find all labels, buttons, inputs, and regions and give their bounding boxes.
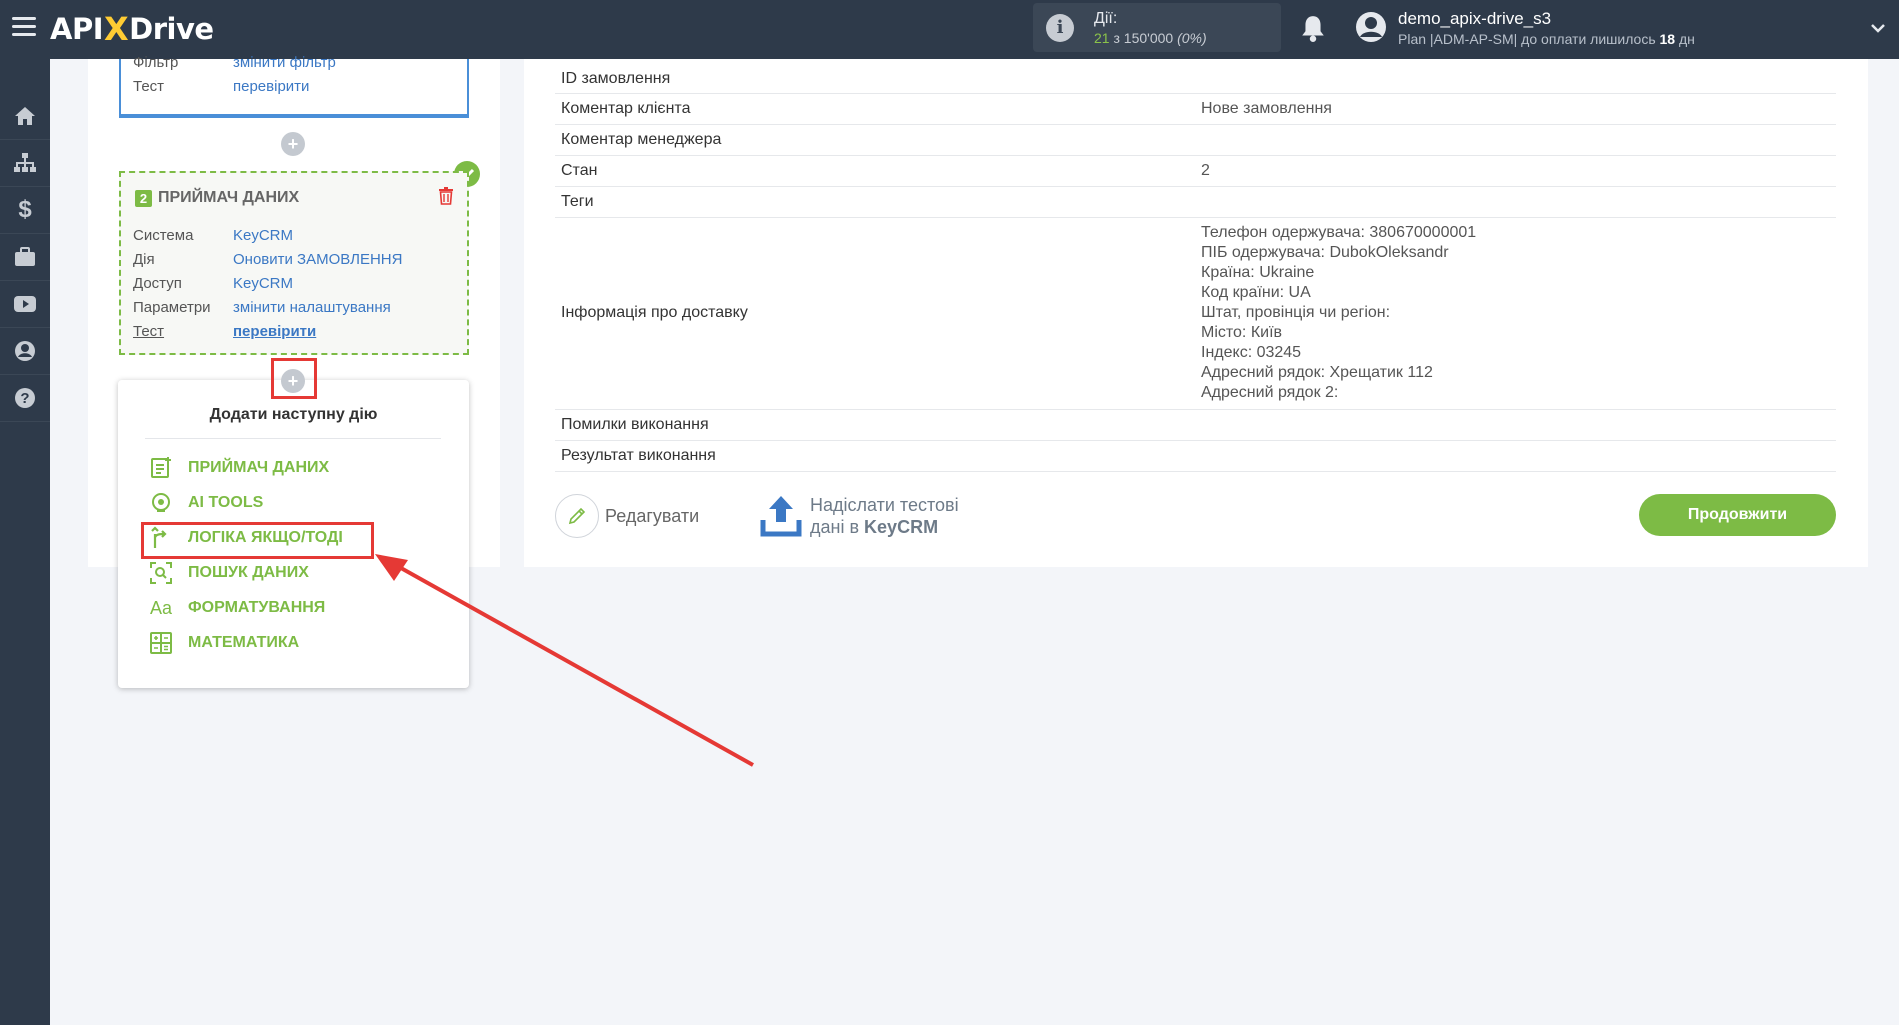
logo-text-api: API	[50, 12, 104, 46]
block2-value-system[interactable]: KeyCRM	[233, 227, 293, 244]
block2-label-action: Дія	[133, 251, 155, 268]
user-name[interactable]: demo_apix-drive_s3	[1398, 9, 1551, 29]
menu-item-ai-tools[interactable]: AI TOOLS	[148, 490, 263, 516]
svg-text:?: ?	[20, 390, 29, 407]
edit-label: Редагувати	[605, 505, 700, 526]
delivery-info-value: Телефон одержувача: 380670000001 ПІБ оде…	[1201, 224, 1477, 401]
briefcase-icon	[15, 247, 35, 266]
row-key: Коментар менеджера	[561, 131, 722, 148]
actions-counter: i Дії: 21 з 150'000 (0%)	[1033, 3, 1281, 52]
send-test-label: Надіслати тестові дані в KeyCRM	[810, 495, 959, 537]
block2-label-access: Доступ	[133, 275, 182, 292]
bell-icon[interactable]	[1300, 14, 1326, 42]
block2-value-access[interactable]: KeyCRM	[233, 275, 293, 292]
menu-item-receiver[interactable]: ПРИЙМАЧ ДАНИХ	[148, 455, 329, 481]
block2-value-test[interactable]: перевірити	[233, 323, 316, 340]
info-icon: i	[1046, 14, 1074, 42]
annotation-arrow	[375, 554, 754, 767]
actions-count: 21 з 150'000 (0%)	[1094, 30, 1207, 46]
highlight-logic-box	[141, 522, 374, 559]
table-row: Помилки виконання	[555, 410, 1836, 441]
apix-drive-logo[interactable]: API X Drive	[50, 10, 214, 48]
table-row: Результат виконання	[555, 441, 1836, 472]
menu-item-format[interactable]: Aa ФОРМАТУВАННЯ	[148, 595, 325, 621]
home-icon	[15, 107, 35, 125]
user-icon	[15, 341, 35, 361]
sidebar-item-video[interactable]	[0, 281, 50, 328]
block1-test-link[interactable]: перевірити	[233, 78, 309, 95]
menu-icon[interactable]	[12, 17, 36, 37]
block-number-badge: 2	[135, 189, 152, 207]
math-icon	[148, 630, 174, 656]
highlight-plus-box	[271, 358, 317, 399]
table-row: Коментар менеджера	[555, 125, 1836, 156]
sidebar-item-account[interactable]	[0, 328, 50, 375]
table-row: Теги	[555, 187, 1836, 218]
block2-label-test: Тест	[133, 323, 165, 340]
receiver-block-card[interactable]: 2 ПРИЙМАЧ ДАНИХ Система KeyCRM Дія Онови…	[119, 171, 469, 355]
dollar-icon: $	[18, 196, 32, 223]
receiver-icon	[148, 455, 174, 481]
block2-label-params: Параметри	[133, 299, 211, 316]
row-key: Помилки виконання	[561, 416, 709, 433]
table-row: Коментар клієнта Нове замовлення	[555, 94, 1836, 125]
logo-text-x: X	[104, 10, 129, 48]
row-key: Теги	[561, 193, 594, 210]
menu-item-search[interactable]: ПОШУК ДАНИХ	[148, 560, 309, 586]
divider	[145, 438, 441, 439]
actions-label: Дії:	[1094, 10, 1118, 27]
block2-value-params[interactable]: змінити налаштування	[233, 299, 391, 316]
user-plan: Plan |ADM-AP-SM| до оплати лишилось 18 д…	[1398, 31, 1695, 47]
row-value: Нове замовлення	[1201, 100, 1332, 117]
youtube-icon	[14, 296, 36, 312]
block1-row-test: Тест	[133, 78, 165, 95]
block1-filter-link[interactable]: змінити фільтр	[233, 54, 336, 71]
block1-row-filter: Фільтр	[133, 54, 178, 71]
row-key: Стан	[561, 162, 598, 179]
previous-block-card: Фільтр змінити фільтр Тест перевірити	[119, 54, 469, 118]
top-bar: API X Drive i Дії: 21 з 150'000 (0%) demo_…	[0, 0, 1899, 59]
dropdown-title: Додати наступну дію	[209, 406, 378, 423]
sidebar-item-help[interactable]: ?	[0, 375, 50, 422]
send-test-data-button[interactable]: Надіслати тестові дані в KeyCRM	[760, 494, 959, 538]
row-key: Інформація про доставку	[561, 304, 748, 321]
search-data-icon	[148, 560, 174, 586]
logo-text-drive: Drive	[129, 12, 214, 46]
block-title-text: ПРИЙМАЧ ДАНИХ	[158, 189, 300, 206]
sidebar-item-billing[interactable]: $	[0, 187, 50, 234]
table-row: ID замовлення	[555, 66, 1836, 94]
block2-value-action[interactable]: Оновити ЗАМОВЛЕННЯ	[233, 251, 402, 268]
add-step-button-top[interactable]: +	[281, 132, 305, 156]
ai-tools-icon	[148, 490, 174, 516]
table-row: Інформація про доставку	[555, 218, 1836, 410]
menu-item-math[interactable]: МАТЕМАТИКА	[148, 630, 299, 656]
sidebar-item-flows[interactable]	[0, 140, 50, 187]
row-key: Коментар клієнта	[561, 100, 691, 117]
sitemap-icon	[14, 153, 36, 172]
format-icon: Aa	[149, 597, 173, 618]
continue-button[interactable]: Продовжити	[1639, 494, 1836, 536]
row-value: 2	[1201, 162, 1210, 179]
block2-label-system: Система	[133, 227, 194, 244]
pencil-icon	[555, 494, 599, 538]
chevron-down-icon[interactable]	[1870, 20, 1886, 36]
upload-icon	[760, 496, 802, 537]
trash-icon[interactable]	[438, 187, 454, 205]
user-avatar-icon[interactable]	[1355, 11, 1387, 43]
sidebar-item-tools[interactable]	[0, 234, 50, 281]
row-key: ID замовлення	[561, 70, 671, 87]
table-row: Стан 2	[555, 156, 1836, 187]
row-key: Результат виконання	[561, 447, 716, 464]
edit-button[interactable]: Редагувати	[555, 494, 699, 538]
row-label: Фільтр	[133, 54, 179, 71]
help-icon: ?	[15, 388, 35, 408]
sidebar: $ ?	[0, 59, 50, 1025]
sidebar-item-home[interactable]	[0, 93, 50, 140]
block-title: 2 ПРИЙМАЧ ДАНИХ	[135, 189, 299, 207]
